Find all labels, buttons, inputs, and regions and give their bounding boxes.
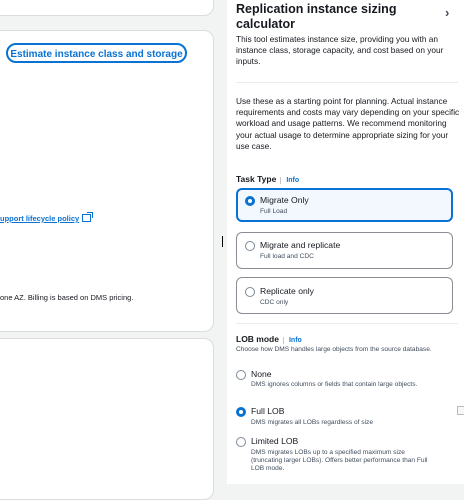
billing-text: one AZ. Billing is based on DMS pricing. — [0, 293, 134, 302]
lob-option-full-desc: DMS migrates all LOBs regardless of size — [251, 419, 374, 426]
text-cursor — [222, 236, 223, 247]
lob-mode-description: Choose how DMS handles large objects fro… — [236, 346, 432, 353]
radio-lob-none[interactable] — [236, 370, 246, 380]
image-placeholder — [457, 406, 464, 415]
estimate-instance-button[interactable]: Estimate instance class and storage — [6, 43, 187, 63]
sizing-calculator-panel: Replication instance sizing calculator ›… — [227, 0, 464, 484]
option-desc: Full Load — [260, 208, 288, 215]
option-desc: Full load and CDC — [260, 253, 314, 260]
task-option-migrate-only[interactable]: Migrate Only Full Load — [236, 188, 453, 222]
option-title: Replicate only — [260, 286, 314, 296]
divider — [236, 323, 458, 324]
lob-option-none-title[interactable]: None — [251, 369, 272, 379]
option-title: Migrate and replicate — [260, 240, 341, 250]
radio-lob-limited[interactable] — [236, 437, 246, 447]
task-option-replicate-only[interactable]: Replicate only CDC only — [236, 277, 453, 314]
radio-replicate-only[interactable] — [245, 287, 255, 297]
option-title: Migrate Only — [260, 195, 309, 205]
task-type-info-link[interactable]: Info — [280, 177, 300, 184]
lob-option-none-desc: DMS ignores columns or fields that conta… — [251, 381, 418, 388]
external-link-icon — [82, 212, 94, 222]
lob-mode-label: LOB mode Info — [236, 334, 302, 344]
lob-mode-info-link[interactable]: Info — [282, 337, 302, 344]
support-lifecycle-link[interactable]: upport lifecycle policy — [0, 212, 94, 223]
planning-note: Use these as a starting point for planni… — [236, 96, 460, 151]
radio-lob-full[interactable] — [236, 407, 246, 417]
chevron-right-icon[interactable]: › — [445, 5, 449, 20]
bottom-card — [0, 338, 214, 500]
task-option-migrate-replicate[interactable]: Migrate and replicate Full load and CDC — [236, 232, 453, 269]
radio-migrate-only[interactable] — [245, 196, 255, 206]
task-type-label: Task Type Info — [236, 174, 300, 184]
option-desc: CDC only — [260, 299, 289, 306]
lob-option-limited-title[interactable]: Limited LOB — [251, 436, 298, 446]
settings-card — [0, 30, 214, 332]
divider — [236, 82, 458, 83]
intro-text: This tool estimates instance size, provi… — [236, 34, 444, 67]
lob-option-full-title[interactable]: Full LOB — [251, 406, 284, 416]
radio-migrate-replicate[interactable] — [245, 241, 255, 251]
lob-option-limited-desc: DMS migrates LOBs up to a specified maxi… — [251, 449, 428, 472]
panel-title: Replication instance sizing calculator — [236, 2, 397, 31]
top-card-fragment — [0, 0, 214, 16]
